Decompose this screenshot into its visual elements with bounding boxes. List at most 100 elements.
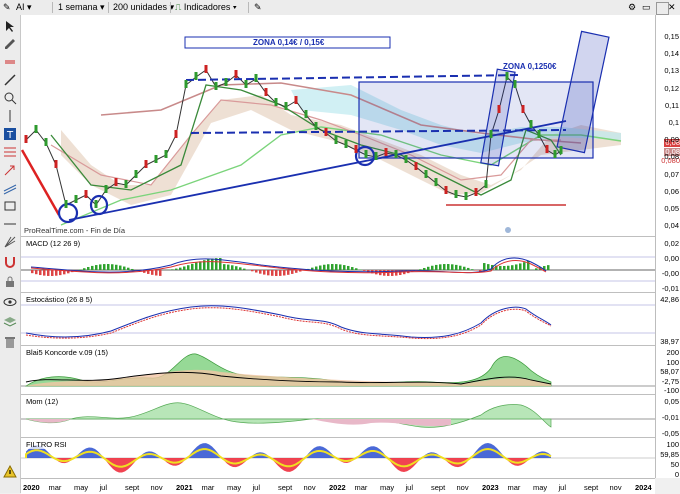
- price-tick: 0,12: [664, 85, 679, 93]
- gann-icon[interactable]: [3, 235, 17, 249]
- momentum-label: Mom (12): [25, 397, 59, 406]
- indicator-tick: 100: [666, 441, 679, 449]
- magnet-icon[interactable]: [3, 255, 17, 269]
- timeframe-label: 1 semana: [58, 2, 98, 12]
- price-candle: [490, 130, 493, 138]
- macd-bar: [91, 266, 94, 270]
- momentum-pane[interactable]: Mom (12): [21, 395, 655, 438]
- price-candle: [25, 135, 28, 143]
- macd-bar: [487, 264, 490, 270]
- fibonacci-icon[interactable]: [3, 145, 17, 159]
- time-tick: 2023: [482, 483, 499, 492]
- svg-text:T: T: [6, 130, 14, 141]
- arrow-icon[interactable]: [3, 163, 17, 177]
- price-chart-pane[interactable]: ZONA 0,14€ / 0,15€ ZONA 0,1250€ ProRealT…: [21, 15, 655, 237]
- price-tick: 0,04: [664, 222, 679, 230]
- trendline-icon[interactable]: [3, 73, 17, 87]
- rsi-filter-label: FILTRO RSI: [25, 440, 68, 449]
- layers-icon[interactable]: [3, 315, 17, 329]
- price-candle: [345, 140, 348, 148]
- macd-bar: [119, 266, 122, 270]
- time-tick: may: [533, 483, 547, 492]
- symbol-label: AI: [16, 2, 25, 12]
- macd-bar: [519, 263, 522, 270]
- macd-bar: [507, 266, 510, 270]
- price-candle: [498, 105, 501, 113]
- price-candle: [538, 130, 541, 138]
- macd-bar: [123, 267, 126, 270]
- cursor-icon[interactable]: [3, 19, 17, 33]
- stochastic-pane[interactable]: Estocástico (26 8 5): [21, 293, 655, 346]
- lock-icon[interactable]: [3, 275, 17, 289]
- watermark: ProRealTime.com - Fin de Día: [24, 226, 125, 235]
- horizontal-line-icon[interactable]: [3, 217, 17, 231]
- price-tick: 0,11: [665, 102, 679, 110]
- indicator-tick: -0,00: [662, 270, 679, 278]
- indicator-tick: 38,97: [660, 338, 679, 346]
- macd-bar: [323, 265, 326, 270]
- macd-pane[interactable]: MACD (12 26 9): [21, 237, 655, 293]
- zona-1-label: ZONA 0,14€ / 0,15€: [253, 38, 324, 47]
- indicators-button[interactable]: ⎍ Indicadores ▾: [175, 1, 237, 13]
- time-tick: 2020: [23, 483, 40, 492]
- price-candle: [560, 146, 563, 154]
- symbol-selector[interactable]: AI ▾: [16, 1, 32, 13]
- macd-bar: [347, 266, 350, 270]
- price-candle: [255, 74, 258, 82]
- indicators-icon: ⎍: [175, 2, 181, 12]
- price-candle: [45, 138, 48, 146]
- time-tick: sept: [125, 483, 139, 492]
- price-candle: [225, 78, 228, 86]
- macd-bar: [331, 264, 334, 270]
- price-candle: [215, 82, 218, 90]
- macd-bar: [283, 270, 286, 275]
- koncorde-label: Blai5 Koncorde v.09 (15): [25, 348, 109, 357]
- alert-icon[interactable]: [3, 465, 17, 479]
- rsi-filter-pane[interactable]: FILTRO RSI: [21, 438, 655, 479]
- price-candle: [175, 130, 178, 138]
- time-tick: sept: [278, 483, 292, 492]
- koncorde-pane[interactable]: Blai5 Koncorde v.09 (15): [21, 346, 655, 395]
- maximize-icon[interactable]: ▭: [642, 2, 653, 13]
- channel-icon[interactable]: [3, 181, 17, 195]
- price-candle: [325, 128, 328, 136]
- price-candle: [75, 195, 78, 203]
- indicator-tick: 59,85: [660, 451, 679, 459]
- price-tick: 0,14: [664, 50, 679, 58]
- close-icon[interactable]: ✕: [668, 2, 679, 13]
- eye-icon[interactable]: [3, 295, 17, 309]
- price-candle: [415, 162, 418, 170]
- macd-bar: [263, 270, 266, 275]
- edit-icon[interactable]: ✎: [3, 1, 11, 13]
- macd-bar: [319, 266, 322, 270]
- stochastic-chart: [21, 293, 655, 345]
- units-selector[interactable]: 200 unidades ▾: [113, 1, 174, 13]
- macd-bar: [455, 265, 458, 270]
- units-label: 200 unidades: [113, 2, 167, 12]
- trash-icon[interactable]: [3, 335, 17, 349]
- macd-bar: [419, 269, 422, 270]
- macd-bar: [199, 261, 202, 270]
- text-icon[interactable]: T: [3, 127, 17, 141]
- time-tick: jul: [559, 483, 567, 492]
- timeframe-selector[interactable]: 1 semana ▾: [58, 1, 105, 13]
- zoom-icon[interactable]: [3, 91, 17, 105]
- ruler-icon[interactable]: [3, 55, 17, 69]
- vertical-line-icon[interactable]: [3, 109, 17, 123]
- settings-icon[interactable]: ⚙: [628, 2, 639, 13]
- macd-bar: [451, 264, 454, 270]
- price-candle: [445, 186, 448, 194]
- rectangle-icon[interactable]: [3, 199, 17, 213]
- price-candle: [295, 96, 298, 104]
- macd-bar: [351, 267, 354, 270]
- price-candle: [265, 88, 268, 96]
- time-tick: 2021: [176, 483, 193, 492]
- macd-bar: [191, 264, 194, 270]
- price-candle: [185, 80, 188, 88]
- draw-icon[interactable]: ✎: [254, 1, 262, 13]
- macd-bar: [363, 270, 366, 271]
- pencil-icon[interactable]: [3, 37, 17, 51]
- indicator-tick: 0,00: [664, 255, 679, 263]
- macd-bar: [547, 265, 550, 270]
- price-candle: [85, 190, 88, 198]
